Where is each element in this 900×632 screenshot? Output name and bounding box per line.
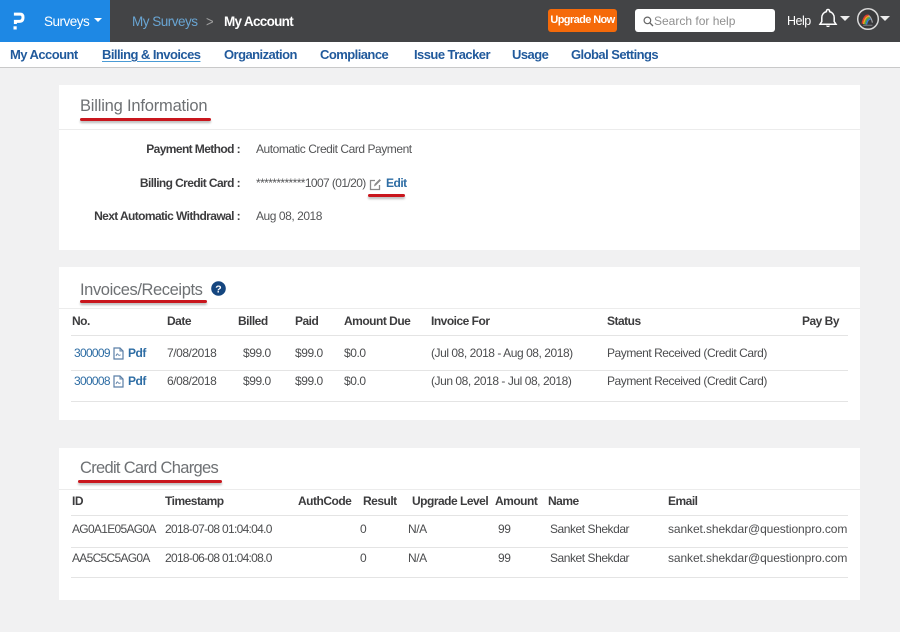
svg-text:?: ? — [215, 283, 221, 295]
